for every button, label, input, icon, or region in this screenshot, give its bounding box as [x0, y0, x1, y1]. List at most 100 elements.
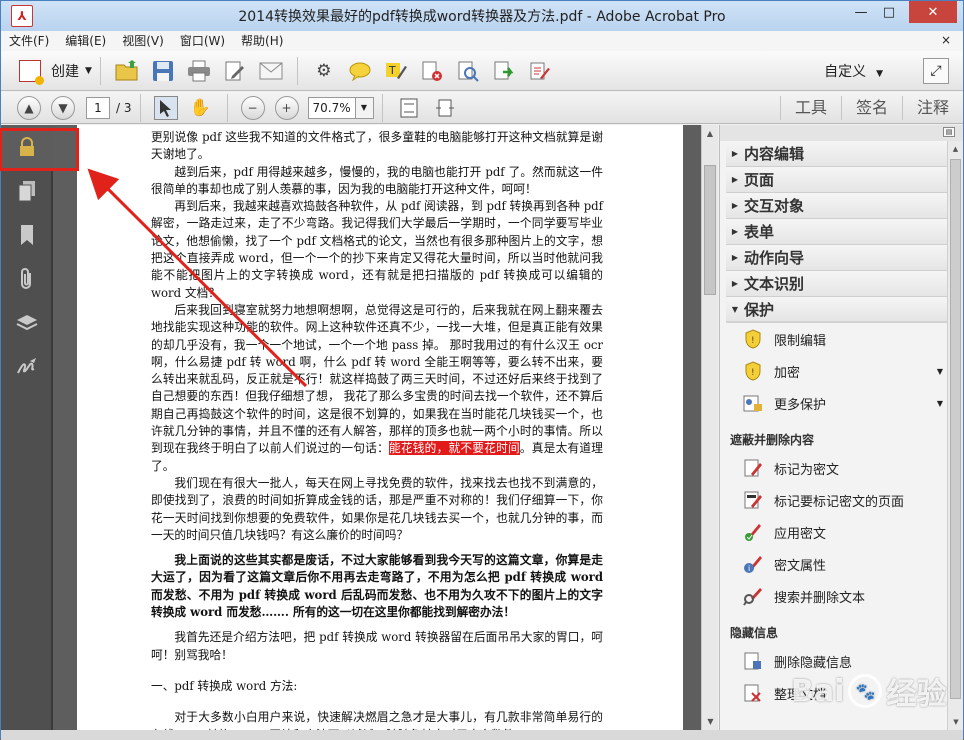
save-icon[interactable] — [150, 58, 176, 84]
tool-item[interactable]: i 密文属性 — [726, 548, 957, 580]
scroll-down-icon[interactable]: ▼ — [702, 713, 719, 730]
paragraph-text: 我上面说的这些其实都是废话，不过大家能够看到我今天写的这篇文章，你算是走大运了，… — [151, 553, 603, 620]
chevron-down-icon: ▼ — [731, 304, 739, 314]
previous-page-icon[interactable]: ▲ — [17, 95, 41, 120]
section-header[interactable]: ▶ 文本识别 — [726, 271, 957, 297]
zoom-out-icon[interactable]: − — [240, 95, 265, 120]
chevron-down-icon[interactable]: ▼ — [937, 399, 943, 408]
toolbar-separator — [139, 93, 141, 122]
redact-group-title: 遮蔽并删除内容 — [730, 433, 815, 447]
menu-window[interactable]: 窗口(W) — [172, 31, 233, 51]
document-paragraph: 越到后来，pdf 用得越来越多，慢慢的，我的电脑也能打开 pdf 了。然而就这一… — [151, 164, 603, 199]
svg-text:!: ! — [751, 368, 755, 378]
bookmarks-icon[interactable] — [1, 213, 53, 257]
title-bar: ⅄ 2014转换效果最好的pdf转换成word转换器及方法.pdf - Adob… — [1, 1, 963, 31]
zoom-in-icon[interactable]: + — [274, 95, 299, 120]
apply-redaction-icon — [742, 521, 764, 543]
pane-scrollbar[interactable]: ▲ ▼ — [947, 141, 963, 730]
tools-pane: ▤ ▶ 内容编辑 ▶ 页面 ▶ 交互对象 ▶ 表单 ▶ 动作向导 ▶ 文本识别 ▼ 保护 ! 限制编辑!… — [719, 125, 963, 730]
print-icon[interactable] — [186, 58, 212, 84]
open-folder-icon[interactable] — [114, 58, 140, 84]
chevron-down-icon[interactable]: ▼ — [937, 367, 943, 376]
search-document-icon[interactable] — [455, 58, 481, 84]
toolbar-separator — [296, 56, 298, 85]
attachments-icon[interactable] — [1, 257, 53, 301]
tool-item[interactable]: 更多保护 ▼ — [726, 387, 957, 419]
edit-document-icon[interactable] — [222, 58, 248, 84]
export-document-icon[interactable] — [491, 58, 517, 84]
document-paragraph: 更别说像 pdf 这些我不知道的文件格式了，很多童鞋的电脑能够打开这种文档就算是… — [151, 129, 603, 164]
delete-document-icon[interactable] — [419, 58, 445, 84]
page-number-input[interactable]: 1 — [86, 96, 110, 119]
tab-sign[interactable]: 签名 — [840, 96, 902, 120]
section-header[interactable]: ▶ 动作向导 — [726, 245, 957, 271]
shield-icon: ! — [742, 360, 764, 382]
paw-icon: 🐾 — [848, 674, 883, 708]
menu-help[interactable]: 帮助(H) — [233, 31, 291, 51]
document-close-icon[interactable]: × — [941, 33, 951, 47]
page-text[interactable]: 更别说像 pdf 这些我不知道的文件格式了，很多童鞋的电脑能够打开这种文档就算是… — [151, 129, 603, 730]
menu-file[interactable]: 文件(F) — [1, 31, 57, 51]
document-scrollbar[interactable]: ▲ ▼ — [701, 125, 718, 730]
fit-width-icon[interactable] — [432, 95, 458, 121]
comment-bubble-icon[interactable] — [347, 58, 373, 84]
tool-item[interactable]: 标记要标记密文的页面 — [726, 484, 957, 516]
form-edit-icon[interactable] — [527, 58, 553, 84]
shield-icon: ! — [742, 328, 764, 350]
section-protect[interactable]: ▼ 保护 — [726, 297, 957, 323]
more-protect-icon — [742, 392, 764, 414]
email-icon[interactable] — [258, 58, 284, 84]
scrollbar-thumb[interactable] — [704, 165, 716, 295]
tab-tools[interactable]: 工具 — [779, 96, 841, 120]
scroll-up-icon[interactable]: ▲ — [702, 125, 718, 142]
tab-comment[interactable]: 注释 — [901, 96, 963, 120]
signatures-icon[interactable] — [1, 345, 53, 389]
tool-item[interactable]: ! 限制编辑 — [726, 323, 957, 355]
menu-view[interactable]: 视图(V) — [114, 31, 172, 51]
section-header[interactable]: ▶ 内容编辑 — [726, 141, 957, 167]
document-viewer[interactable]: 更别说像 pdf 这些我不知道的文件格式了，很多童鞋的电脑能够打开这种文档就算是… — [53, 125, 701, 730]
next-page-icon[interactable]: ▼ — [51, 95, 75, 120]
chevron-right-icon: ▶ — [731, 149, 739, 158]
minimize-button[interactable]: — — [847, 1, 875, 23]
tool-item[interactable]: 标记为密文 — [726, 452, 957, 484]
pane-options-icon[interactable]: ▤ — [943, 127, 955, 137]
section-label: 页面 — [744, 171, 775, 189]
baidu-jingyan-watermark: Bai 🐾 经验 — [791, 661, 961, 721]
menu-edit[interactable]: 编辑(E) — [57, 31, 114, 51]
fullscreen-icon[interactable]: ⤢ — [923, 57, 949, 84]
scrollbar-thumb[interactable] — [950, 159, 961, 699]
customize-label: 自定义 — [824, 63, 867, 80]
gear-icon[interactable]: ⚙ — [311, 58, 337, 84]
section-label: 动作向导 — [744, 249, 805, 267]
remove-hidden-icon — [742, 650, 764, 672]
hand-tool-icon[interactable]: ✋ — [188, 95, 214, 121]
maximize-button[interactable]: □ — [875, 1, 903, 23]
scroll-up-icon[interactable]: ▲ — [948, 141, 963, 157]
section-header[interactable]: ▶ 表单 — [726, 219, 957, 245]
tool-item[interactable]: 搜索并删除文本 — [726, 580, 957, 612]
zoom-input[interactable]: 70.7% — [307, 96, 356, 119]
tool-item[interactable]: ! 加密 ▼ — [726, 355, 957, 387]
search-remove-icon — [742, 585, 764, 607]
highlight-text-icon[interactable]: T — [383, 58, 409, 84]
layers-icon[interactable] — [1, 301, 53, 345]
page-thumbnails-icon[interactable] — [1, 169, 53, 213]
pdf-page[interactable]: 更别说像 pdf 这些我不知道的文件格式了，很多童鞋的电脑能够打开这种文档就算是… — [77, 125, 683, 730]
paragraph-text: 对于大多数小白用户来说，快速解决燃眉之急才是大事儿，有几款非常简单易行的在线 P… — [151, 710, 603, 730]
section-header[interactable]: ▶ 交互对象 — [726, 193, 957, 219]
create-button[interactable]: 创建 ▼ — [19, 56, 92, 86]
mark-pages-icon — [742, 489, 764, 511]
acrobat-app-icon[interactable]: ⅄ — [11, 5, 33, 27]
select-tool-icon[interactable] — [153, 95, 178, 120]
document-paragraph: 对于大多数小白用户来说，快速解决燃眉之急才是大事儿，有几款非常简单易行的在线 P… — [151, 709, 603, 730]
window-title: 2014转换效果最好的pdf转换成word转换器及方法.pdf - Adobe … — [238, 9, 726, 25]
fit-page-icon[interactable] — [396, 95, 422, 121]
close-button[interactable]: ✕ — [909, 1, 957, 23]
customize-dropdown[interactable]: 自定义 ▼ — [824, 61, 883, 81]
svg-text:!: ! — [751, 336, 755, 346]
zoom-dropdown-icon[interactable]: ▼ — [355, 96, 374, 119]
section-header[interactable]: ▶ 页面 — [726, 167, 957, 193]
tool-item-label: 限制编辑 — [774, 333, 827, 349]
tool-item[interactable]: 应用密文 — [726, 516, 957, 548]
